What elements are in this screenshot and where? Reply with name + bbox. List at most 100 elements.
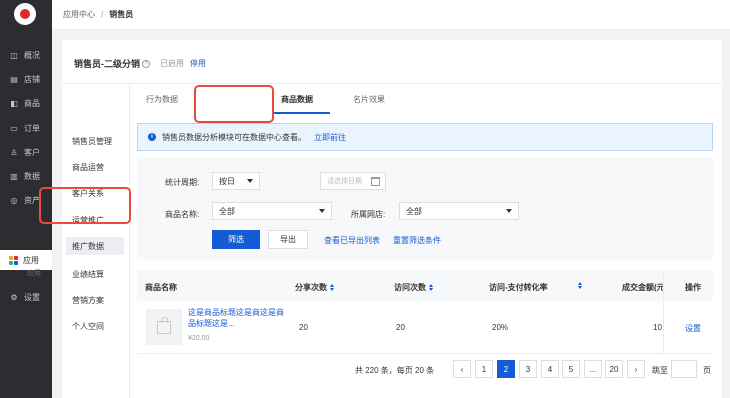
- sort-icon[interactable]: [578, 282, 582, 289]
- notice-banner: i 销售员数据分析模块可在数据中心查看。 立即前往: [137, 123, 713, 151]
- column-header-visits[interactable]: 访问次数: [394, 282, 433, 293]
- customer-icon: ♙: [10, 147, 18, 157]
- order-icon: ▭: [10, 123, 18, 133]
- nav-item-label: 商品: [24, 98, 40, 108]
- nav-item-sub-label: 应用: [27, 270, 41, 277]
- info-icon: i: [148, 133, 156, 141]
- table-header: 商品名称 分享次数 访问次数 访问-支付转化率 成交金额(元) 操作: [137, 270, 713, 301]
- filter-button[interactable]: 筛选: [212, 230, 260, 249]
- conversion-sort[interactable]: [575, 282, 582, 289]
- store-select-value: 全部: [406, 206, 422, 216]
- column-header-actions: 操作: [685, 282, 701, 293]
- nav-item-settings[interactable]: ⚙ 设置: [0, 287, 52, 307]
- shopping-bag-icon: [157, 316, 171, 334]
- column-header-conversion[interactable]: 访问-支付转化率: [489, 282, 548, 293]
- date-picker[interactable]: 请选择日期: [320, 172, 386, 190]
- notice-link[interactable]: 立即前往: [314, 132, 346, 143]
- cell-conversion: 20%: [492, 323, 509, 332]
- page-button[interactable]: 20: [605, 360, 623, 378]
- chevron-down-icon: [319, 209, 325, 213]
- settings-link[interactable]: 设置: [685, 323, 701, 334]
- nav-item-order[interactable]: ▭ 订单: [0, 118, 52, 138]
- nav-item-customer[interactable]: ♙ 客户: [0, 142, 52, 162]
- page-button[interactable]: 4: [541, 360, 559, 378]
- product-price: ¥20.00: [188, 335, 210, 342]
- subnav-item[interactable]: 商品运营: [72, 162, 104, 173]
- page-button[interactable]: 5: [562, 360, 580, 378]
- nav-item-apps[interactable]: 应用: [0, 250, 52, 270]
- cell-shares: 20: [299, 323, 308, 332]
- chevron-down-icon: [247, 179, 253, 183]
- cell-actions: 设置: [663, 301, 713, 353]
- tab-card-effect[interactable]: 名片效果: [353, 94, 385, 105]
- gear-icon: ⚙: [10, 292, 18, 302]
- next-page-button[interactable]: ›: [627, 360, 645, 378]
- page-button[interactable]: 1: [475, 360, 493, 378]
- overview-icon: ◫: [10, 50, 18, 60]
- tab-behavior-data[interactable]: 行为数据: [146, 94, 178, 105]
- subnav-item[interactable]: 营销方案: [72, 295, 104, 306]
- period-select-value: 按日: [219, 176, 235, 186]
- subnav-item[interactable]: 业绩结算: [72, 269, 104, 280]
- goods-icon: ◧: [10, 98, 18, 108]
- export-button[interactable]: 导出: [268, 230, 308, 249]
- data-icon: ▥: [10, 171, 18, 181]
- column-header-label: 商品名称: [145, 283, 177, 292]
- app-logo[interactable]: [14, 3, 36, 25]
- info-icon[interactable]: ?: [142, 59, 150, 68]
- product-name-link[interactable]: 这是商品标题这是商这是商品标题这是...: [188, 307, 288, 329]
- breadcrumb-current: 销售员: [109, 10, 134, 19]
- highlight-tab-annotation: [194, 85, 274, 123]
- asset-icon: ◎: [10, 195, 18, 205]
- breadcrumb-separator: /: [101, 10, 104, 19]
- nav-item-label: 概况: [24, 50, 40, 60]
- page-ellipsis[interactable]: ...: [584, 360, 602, 378]
- nav-item-label: 设置: [24, 292, 40, 302]
- active-tab-indicator: [272, 112, 330, 114]
- nav-item-label: 应用: [23, 255, 39, 265]
- pagination: 共 220 条，每页 20 条 ‹ 1 2 3 4 5 ... 20 › 跳至 …: [137, 360, 713, 378]
- apps-icon: [9, 255, 18, 265]
- store-select[interactable]: 全部: [399, 202, 519, 220]
- subnav-item-active[interactable]: 推广数据: [66, 237, 124, 255]
- chevron-down-icon: [506, 209, 512, 213]
- sort-icon[interactable]: [429, 284, 433, 291]
- nav-item-data[interactable]: ▥ 数据: [0, 166, 52, 186]
- column-header-shares[interactable]: 分享次数: [295, 282, 334, 293]
- period-label: 统计周期:: [165, 178, 200, 187]
- subnav-item[interactable]: 销售员管理: [72, 136, 112, 147]
- date-placeholder: 请选择日期: [327, 178, 362, 185]
- reset-filters-link[interactable]: 重置筛选条件: [393, 235, 441, 246]
- product-label: 商品名称:: [165, 210, 200, 219]
- view-exports-link[interactable]: 查看已导出列表: [324, 235, 380, 246]
- nav-item-goods[interactable]: ◧ 商品: [0, 93, 52, 113]
- cell-visits: 20: [396, 323, 405, 332]
- pagination-summary: 共 220 条，每页 20 条: [355, 366, 435, 375]
- page-button-active[interactable]: 2: [497, 360, 515, 378]
- nav-item-label: 订单: [24, 123, 40, 133]
- nav-item-label: 店铺: [24, 74, 40, 84]
- nav-item-store[interactable]: ▤ 店铺: [0, 69, 52, 89]
- sort-icon[interactable]: [330, 284, 334, 291]
- product-select[interactable]: 全部: [212, 202, 332, 220]
- nav-item-label: 资产: [24, 195, 40, 205]
- highlight-subnav-annotation: [39, 187, 131, 224]
- page-title-text: 销售员-二级分销: [74, 59, 140, 69]
- prev-page-button[interactable]: ‹: [453, 360, 471, 378]
- subnav-item[interactable]: 个人空间: [72, 321, 104, 332]
- page-suffix: 页: [703, 366, 711, 375]
- page-jump-input[interactable]: [671, 360, 697, 378]
- page-button[interactable]: 3: [519, 360, 537, 378]
- calendar-icon: [371, 177, 380, 186]
- disable-link[interactable]: 停用: [190, 58, 206, 69]
- status-text: 已启用: [160, 59, 184, 68]
- column-header-product: 商品名称: [145, 282, 177, 293]
- period-select[interactable]: 按日: [212, 172, 260, 190]
- sub-nav: 销售员管理 商品运营 客户关系 运营推广 推广数据 业绩结算 营销方案 个人空间: [62, 84, 130, 398]
- product-select-value: 全部: [219, 206, 235, 216]
- column-header-label: 分享次数: [295, 283, 327, 292]
- breadcrumb-parent[interactable]: 应用中心: [63, 9, 95, 20]
- column-header-label: 成交金额(元): [622, 283, 663, 292]
- nav-item-overview[interactable]: ◫ 概况: [0, 45, 52, 65]
- tab-product-data[interactable]: 商品数据: [281, 94, 313, 105]
